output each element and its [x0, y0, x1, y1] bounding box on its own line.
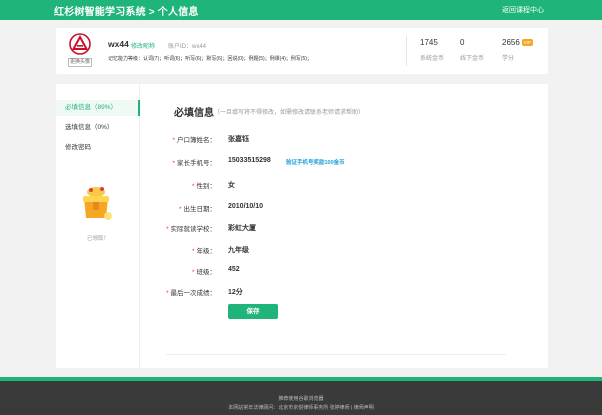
stat-label: 学分: [502, 56, 515, 62]
username: wx44: [108, 39, 129, 49]
top-bar: 红杉树智能学习系统 > 个人信息 返回课程中心: [0, 0, 602, 20]
footer-browser-note: 推荐使用谷歌浏览器: [278, 396, 324, 402]
reward-status: 已领取！: [86, 236, 109, 242]
field-label-parent-phone: * 家长手机号：: [56, 157, 216, 167]
field-label-class: * 班级：: [56, 266, 216, 276]
stat-offline-coins: 0 线下金币: [460, 38, 484, 62]
required-asterisk: *: [191, 248, 195, 255]
sidebar-item-required-info[interactable]: 必填信息（89%）: [56, 100, 140, 116]
required-asterisk: *: [191, 269, 195, 276]
memory-ability-levels: 记忆能力等级：认词(7)；听词(6)；听写(6)；默写(6)；回说(0)；例题(…: [108, 56, 312, 62]
field-label-text: 年级：: [196, 248, 217, 255]
main-panel: 必填信息（89%） 选填信息（0%） 修改密码 已领取！ 必填信息 （一旦填写将…: [56, 84, 548, 368]
required-asterisk: *: [172, 160, 175, 167]
required-asterisk: *: [165, 290, 169, 297]
stat-value: 2656 VIP: [502, 38, 534, 47]
field-label-birthdate: * 出生日期：: [56, 203, 216, 213]
stat-value: 1745: [420, 38, 438, 47]
profile-card: 更换头像 wx44 修改昵称 账户ID：wx44 记忆能力等级：认词(7)；听词…: [56, 28, 548, 74]
page-title: 红杉树智能学习系统 > 个人信息: [54, 7, 199, 18]
field-value-birthdate: 2010/10/10: [228, 203, 264, 210]
stat-system-coins: 1745 系统金币: [420, 38, 444, 62]
account-id: 账户ID：wx44: [168, 44, 207, 50]
field-label-text: 出生日期：: [183, 206, 217, 213]
field-label-text: 家长手机号：: [177, 160, 216, 167]
field-value-last-score: 12分: [228, 289, 243, 296]
field-value-grade: 九年级: [228, 247, 249, 254]
divider: [166, 354, 506, 355]
field-label-text: 性别：: [196, 183, 217, 190]
stat-label: 线下金币: [460, 56, 485, 62]
stat-credits: 2656 VIP 学分: [502, 38, 534, 62]
field-label-name: * 户口簿姓名：: [56, 134, 216, 144]
field-label-school: * 实际就读学校：: [56, 223, 216, 233]
edit-nickname-link[interactable]: 修改昵称: [131, 41, 155, 50]
credits-value: 2656: [502, 38, 520, 47]
field-value-name: 张嘉钰: [228, 136, 249, 143]
back-to-course-center-link[interactable]: 返回课程中心: [502, 5, 544, 15]
logo-triangle-icon: [69, 33, 91, 55]
field-label-last-score: * 最后一次成绩：: [56, 287, 216, 297]
footer: 推荐使用谷歌浏览器 本网站常年法律顾问：北京市京悦律师事务所 张婷律师 | 律师…: [0, 381, 602, 415]
divider: [406, 36, 407, 66]
field-label-text: 实际就读学校：: [170, 226, 217, 233]
verify-phone-link[interactable]: 验证手机号奖励100金币: [286, 158, 345, 166]
required-asterisk: *: [178, 206, 182, 213]
field-label-text: 班级：: [196, 269, 217, 276]
vip-badge: VIP: [521, 39, 534, 46]
required-asterisk: *: [191, 183, 195, 190]
field-label-text: 户口簿姓名：: [177, 137, 216, 144]
required-asterisk: *: [172, 137, 175, 144]
footer-legal: 本网站常年法律顾问：北京市京悦律师事务所 张婷律师 | 律师声明: [228, 405, 374, 411]
field-label-grade: * 年级：: [56, 245, 216, 255]
save-button[interactable]: 保存: [228, 304, 278, 319]
field-value-parent-phone: 15033515298: [228, 157, 271, 164]
field-value-gender: 女: [228, 182, 235, 189]
field-label-gender: * 性别：: [56, 180, 216, 190]
section-title: 必填信息: [174, 108, 214, 119]
field-value-class: 452: [228, 266, 240, 273]
required-asterisk: *: [165, 226, 169, 233]
avatar-area: 更换头像: [68, 33, 92, 67]
stat-label: 系统金币: [420, 56, 445, 62]
stat-value: 0: [460, 38, 465, 47]
field-label-text: 最后一次成绩：: [170, 290, 217, 297]
change-avatar-button[interactable]: 更换头像: [68, 58, 92, 67]
field-value-school: 彩虹大厦: [228, 225, 256, 232]
section-note: （一旦填写将不得修改，如需修改请联系老师请求帮助）: [214, 110, 365, 116]
